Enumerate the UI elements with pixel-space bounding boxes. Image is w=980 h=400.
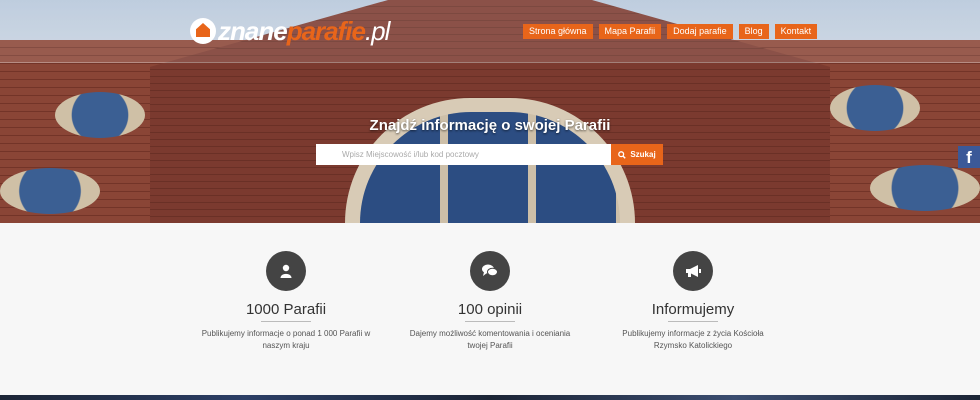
feature-description: Dajemy możliwość komentowania i oceniani…: [409, 329, 571, 350]
hero-banner: znane parafie .pl Strona główna Mapa Par…: [0, 0, 980, 223]
logo-text-parafie: parafie: [286, 15, 366, 46]
feature-title: 1000 Parafii: [245, 301, 327, 318]
hero-title: Znajdź informację o swojej Parafii: [369, 117, 611, 134]
logo-text-znane: znane: [218, 15, 288, 46]
nav-item-contact[interactable]: Kontakt: [774, 24, 818, 39]
header-bar: [0, 0, 980, 63]
feature-title: 100 opinii: [457, 301, 523, 318]
logo-text-pl: .pl: [364, 15, 390, 46]
site-logo[interactable]: znane parafie .pl: [190, 15, 390, 47]
feature-opinions: 100 opinii Dajemy możliwość komentowania…: [390, 251, 590, 352]
facebook-icon: f: [966, 148, 972, 167]
church-logo-icon: [190, 18, 216, 44]
user-icon: [266, 251, 306, 291]
search-icon: [618, 150, 627, 159]
search-input[interactable]: [316, 144, 611, 165]
nav-item-home[interactable]: Strona główna: [523, 24, 593, 39]
nav-item-add-parish[interactable]: Dodaj parafie: [667, 24, 733, 39]
nav-item-map[interactable]: Mapa Parafii: [598, 24, 662, 39]
feature-description: Publikujemy informacje z życia Kościoła …: [622, 329, 764, 350]
features-section: 1000 Parafii Publikujemy informacje o po…: [0, 223, 980, 395]
bullhorn-icon: [673, 251, 713, 291]
bottom-image-strip: [0, 395, 980, 400]
feature-description: Publikujemy informacje o ponad 1 000 Par…: [201, 329, 371, 350]
feature-parishes: 1000 Parafii Publikujemy informacje o po…: [186, 251, 386, 352]
feature-title: Informujemy: [651, 301, 735, 318]
search-button-label: Szukaj: [630, 150, 656, 159]
nav-item-blog[interactable]: Blog: [738, 24, 769, 39]
feature-information: Informujemy Publikujemy informacje z życ…: [593, 251, 793, 352]
round-window-right: [870, 165, 980, 211]
search-button[interactable]: Szukaj: [611, 144, 663, 165]
round-window-left: [0, 168, 100, 214]
main-nav: Strona główna Mapa Parafii Dodaj parafie…: [523, 24, 818, 39]
comments-icon: [470, 251, 510, 291]
facebook-button[interactable]: f: [958, 146, 980, 168]
